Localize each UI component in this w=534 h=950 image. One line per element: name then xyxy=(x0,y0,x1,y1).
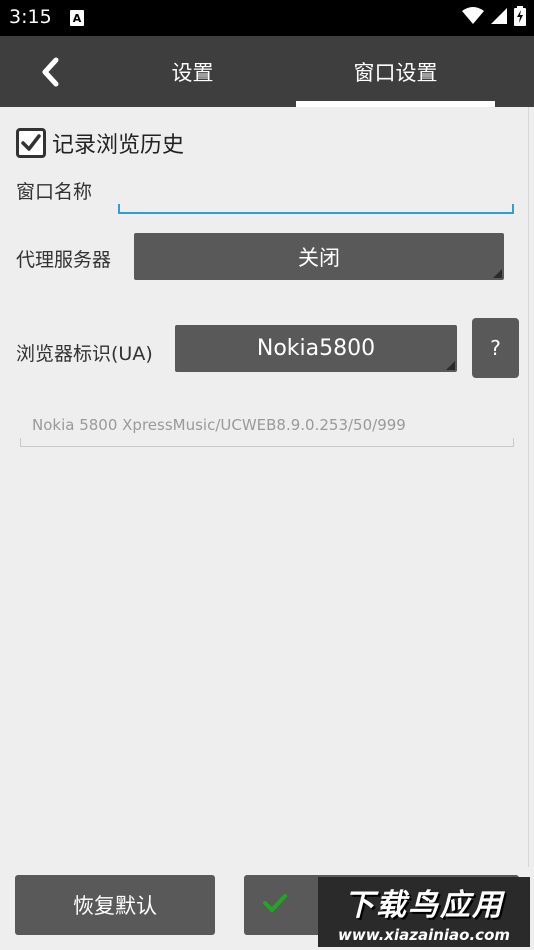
input-underline-right-tick xyxy=(512,204,514,214)
notification-a-icon: A xyxy=(70,10,84,26)
header-bar: 设置 窗口设置 xyxy=(0,36,534,107)
watermark-title: 下载鸟应用 xyxy=(344,888,504,923)
ua-help-button[interactable]: ? xyxy=(472,318,519,378)
check-icon xyxy=(263,894,287,912)
scroll-edge-line xyxy=(528,107,529,867)
input-underline-left-tick xyxy=(118,204,120,214)
ua-string-input[interactable] xyxy=(20,403,514,447)
dropdown-corner-icon xyxy=(493,269,502,278)
dropdown-corner-icon xyxy=(446,361,455,370)
proxy-value: 关闭 xyxy=(298,245,340,270)
proxy-select-button[interactable]: 关闭 xyxy=(134,233,504,280)
status-time: 3:15 xyxy=(9,6,52,28)
watermark-url: www.xiazainiao.com xyxy=(337,926,511,944)
proxy-label: 代理服务器 xyxy=(16,249,112,271)
ua-label: 浏览器标识(UA) xyxy=(16,343,153,365)
signal-icon xyxy=(491,8,507,24)
chevron-left-icon xyxy=(42,57,59,87)
reset-label: 恢复默认 xyxy=(73,894,157,918)
history-label: 记录浏览历史 xyxy=(52,133,185,158)
tab-window-settings[interactable]: 窗口设置 xyxy=(296,36,495,107)
watermark-logo: 下载鸟应用 www.xiazainiao.com xyxy=(318,877,530,947)
ua-underline-left-tick xyxy=(20,438,21,447)
window-name-label: 窗口名称 xyxy=(16,181,93,203)
history-checkbox[interactable] xyxy=(16,128,46,158)
ua-value: Nokia5800 xyxy=(256,336,376,361)
window-name-input[interactable] xyxy=(118,178,514,214)
status-icons xyxy=(462,6,526,26)
checkmark-icon xyxy=(21,134,41,151)
tab-settings[interactable]: 设置 xyxy=(100,36,285,107)
back-button[interactable] xyxy=(30,50,70,94)
help-icon: ? xyxy=(490,336,501,360)
status-bar: 3:15 A xyxy=(0,0,534,36)
ua-select-button[interactable]: Nokia5800 xyxy=(175,325,457,372)
battery-icon xyxy=(514,6,526,26)
ua-underline-right-tick xyxy=(513,438,514,447)
reset-defaults-button[interactable]: 恢复默认 xyxy=(15,875,215,935)
active-tab-indicator xyxy=(296,101,495,107)
wifi-icon xyxy=(462,7,484,24)
history-checkbox-row[interactable]: 记录浏览历史 xyxy=(16,126,184,160)
